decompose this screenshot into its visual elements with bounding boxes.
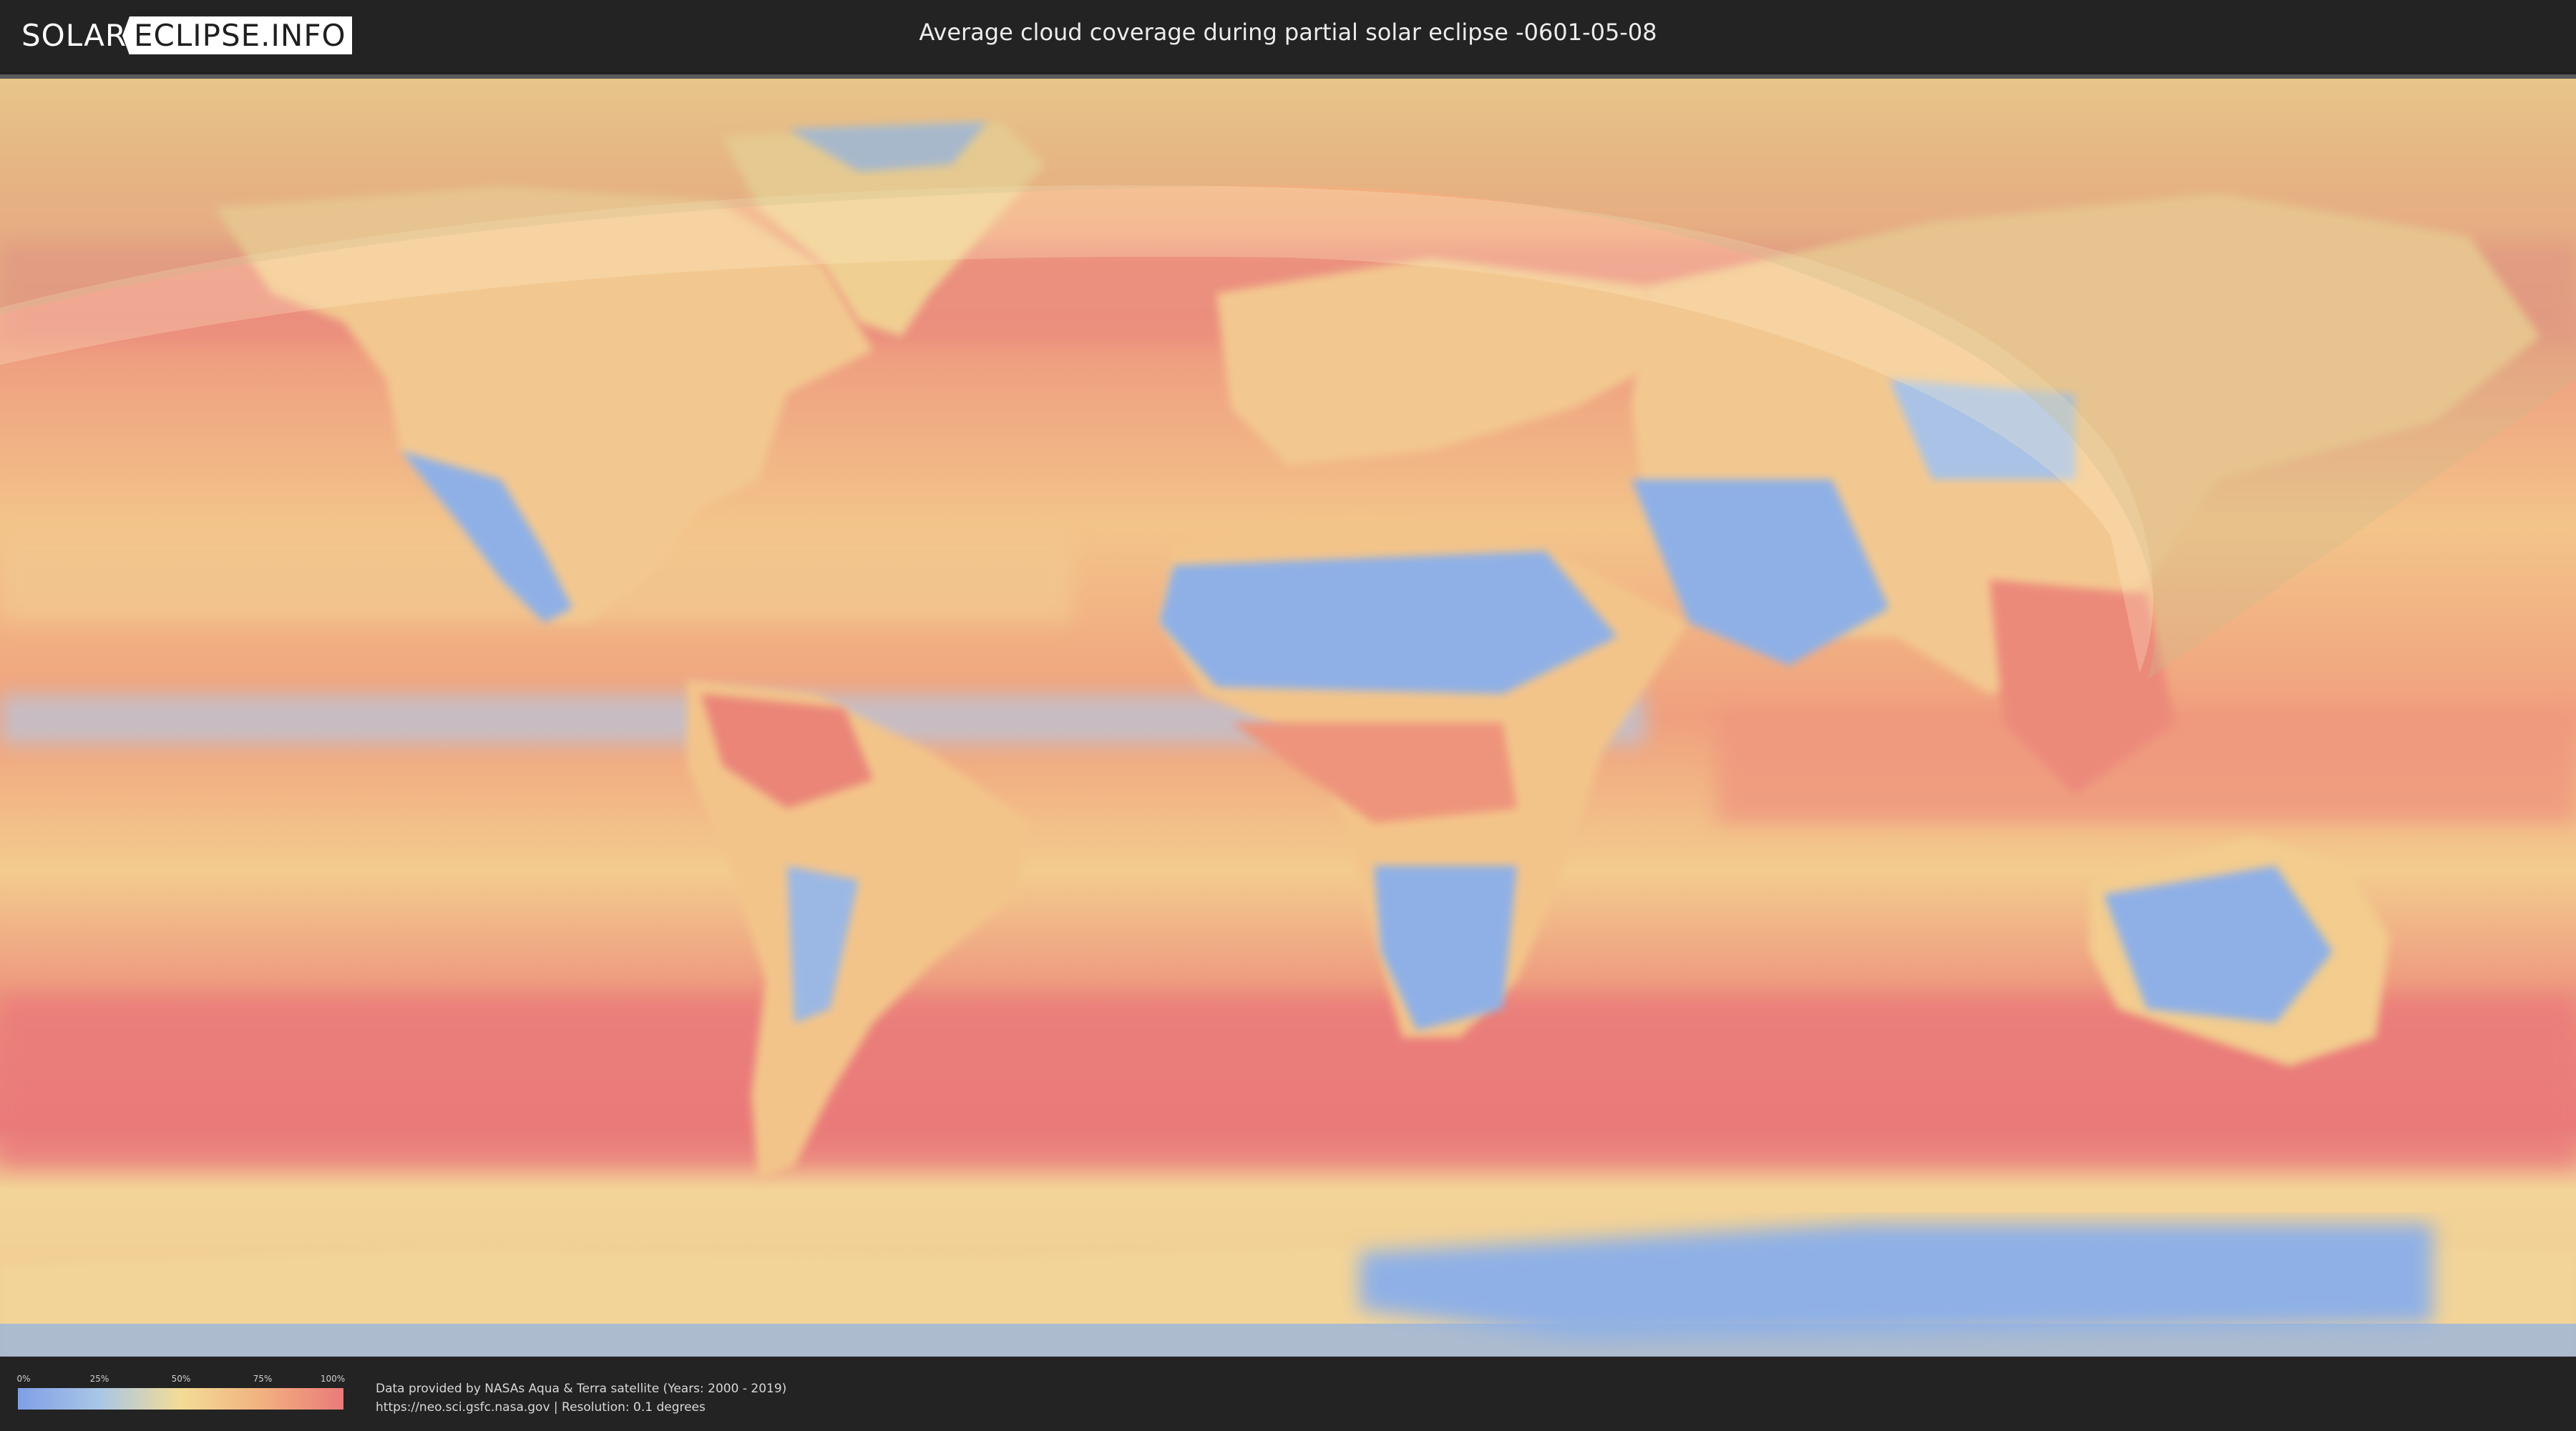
page: SOLAR ECLIPSE.INFO Average cloud coverag… — [0, 0, 2576, 1431]
legend-tick-75: 75% — [253, 1374, 273, 1384]
credit-line-1: Data provided by NASAs Aqua & Terra sate… — [376, 1382, 787, 1396]
data-credits: Data provided by NASAs Aqua & Terra sate… — [376, 1379, 786, 1417]
legend-ticks: 0% 25% 50% 75% 100% — [16, 1374, 346, 1385]
cloud-coverage-map[interactable] — [0, 74, 2576, 1357]
cloud-coverage-legend: 0% 25% 50% 75% 100% — [16, 1374, 346, 1410]
page-title: Average cloud coverage during partial so… — [919, 19, 1657, 46]
world-map-icon — [0, 79, 2576, 1357]
legend-tick-50: 50% — [171, 1374, 191, 1384]
legend-tick-0: 0% — [16, 1374, 31, 1384]
legend-tick-100: 100% — [320, 1374, 346, 1384]
legend-color-bar — [18, 1388, 343, 1410]
header: SOLAR ECLIPSE.INFO Average cloud coverag… — [0, 0, 2576, 72]
credit-line-2: https://neo.sci.gsfc.nasa.gov | Resoluti… — [376, 1400, 706, 1415]
footer: 0% 25% 50% 75% 100% Data provided by NAS… — [0, 1357, 2576, 1431]
south-pole-clear — [0, 1324, 2576, 1357]
legend-tick-25: 25% — [89, 1374, 109, 1384]
